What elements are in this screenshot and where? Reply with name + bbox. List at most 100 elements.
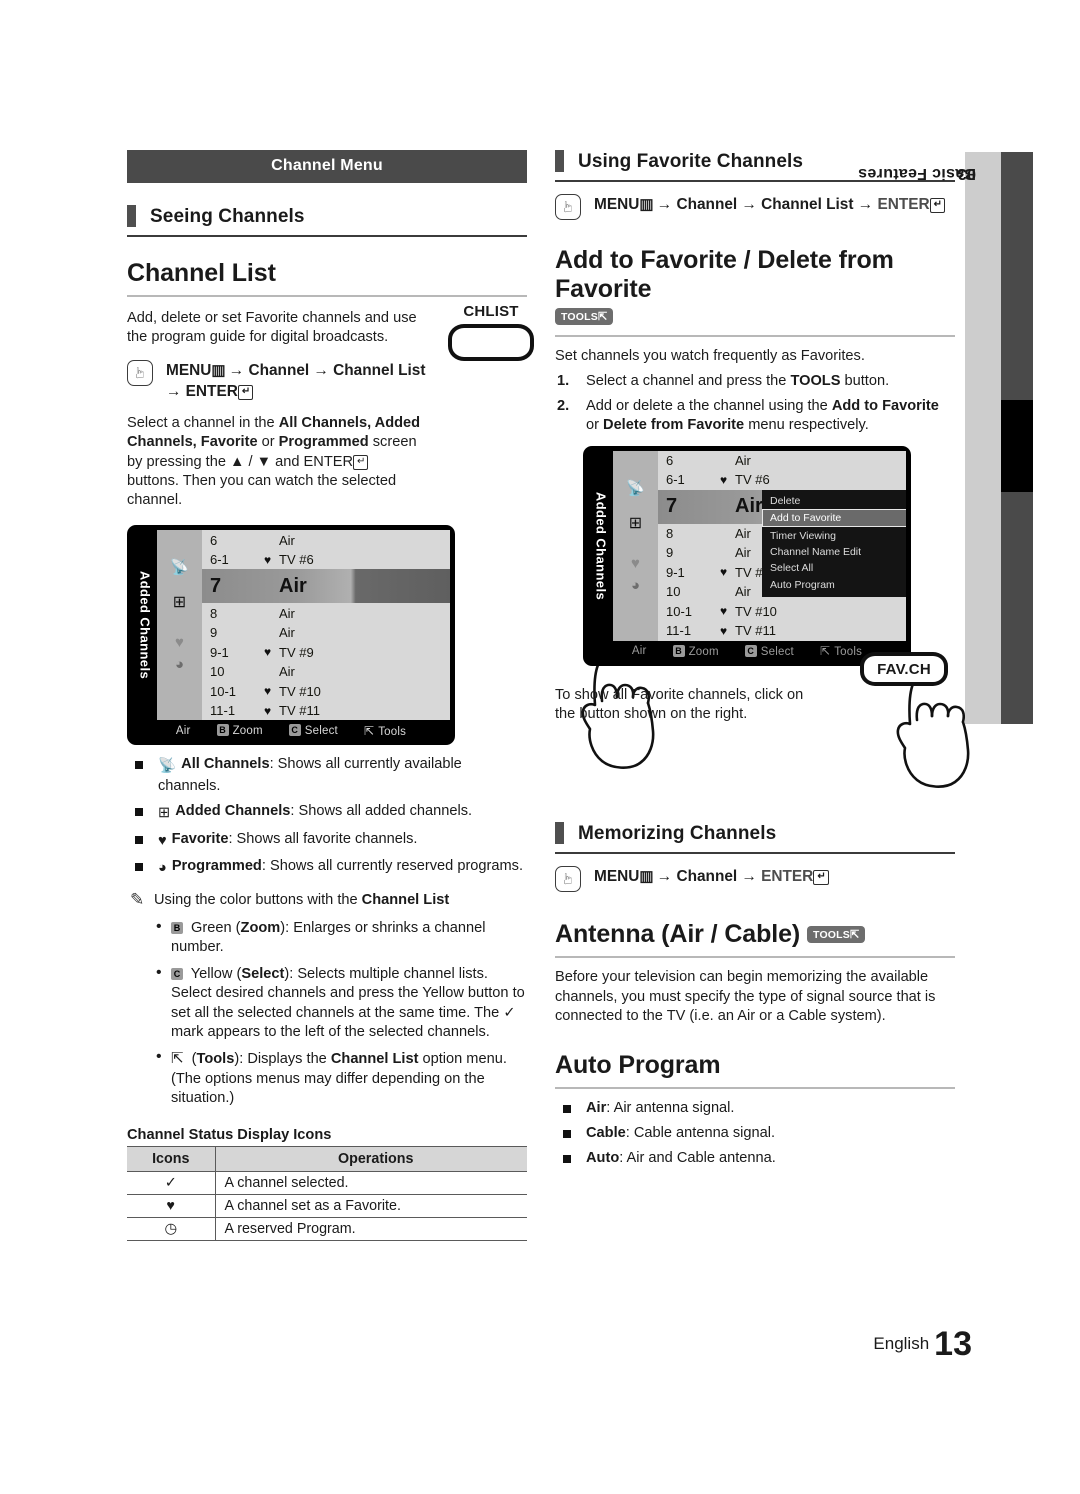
menu-path-channel-list: MENU▥ → Channel → Channel List → ENTER↵ xyxy=(127,359,447,402)
programmed-clock-icon[interactable]: ◕ xyxy=(175,656,184,673)
table-row[interactable]: 11-1 ♥ TV #11 xyxy=(202,701,450,721)
table-row[interactable]: 6-1 ♥ TV #6 xyxy=(658,470,906,490)
chlist-remote-button[interactable]: CHLIST xyxy=(437,303,545,361)
table-row: ✓ A channel selected. xyxy=(127,1171,527,1195)
para-part-4: buttons. Then you can watch the selected… xyxy=(127,473,397,509)
tv-channel-rows: 6 Air 6-1 ♥ TV #6 7 Air 8 Air 9 Air 9-1 ♥ TV #9 … xyxy=(658,450,906,641)
menu-item-add-to-favorite[interactable]: Add to Favorite xyxy=(762,509,906,528)
row-fav-icon: ♥ xyxy=(264,552,272,567)
option-desc: : Air antenna signal. xyxy=(606,1099,735,1116)
row-name: Air xyxy=(735,545,751,561)
favch-remote-button[interactable]: FAV.CH xyxy=(860,652,960,686)
added-channels-icon: ⊞ xyxy=(158,805,171,822)
row-number: 6-1 xyxy=(666,472,685,488)
table-row[interactable]: 6 Air xyxy=(658,451,906,471)
table-row[interactable]: 10-1 ♥ TV #10 xyxy=(658,602,906,622)
row-number: 10-1 xyxy=(210,683,237,699)
heading-text: Add to Favorite / Delete from Favorite xyxy=(555,246,894,303)
list-type-name: Programmed xyxy=(171,858,262,875)
tv-green-key[interactable]: B Zoom xyxy=(672,644,719,658)
option-name: Auto xyxy=(586,1150,620,1167)
table-row: ◷ A reserved Program. xyxy=(127,1217,527,1241)
tv-yellow-key[interactable]: C Select xyxy=(744,644,794,658)
tools-badge[interactable]: TOOLS⇱ xyxy=(807,926,866,944)
chlist-button-shape[interactable] xyxy=(448,324,534,361)
yellow-key-label: Select xyxy=(760,645,794,658)
path-channel: Channel xyxy=(676,868,738,886)
table-row[interactable]: 6-1 ♥ TV #6 xyxy=(202,550,450,570)
tools-context-menu[interactable]: Delete Add to Favorite Timer Viewing Cha… xyxy=(762,489,906,597)
tools-badge[interactable]: TOOLS⇱ xyxy=(555,308,614,325)
note-text: Using the color buttons with the xyxy=(154,892,362,909)
all-channels-icon[interactable]: 📡 xyxy=(626,479,645,497)
row-number: 8 xyxy=(666,525,674,541)
tools-glyph-icon: ⇱ xyxy=(363,723,375,738)
menu-item-delete[interactable]: Delete xyxy=(762,493,906,509)
tv-tools-key[interactable]: ⇱ Tools xyxy=(364,724,406,738)
tv-side-label-text: Added Channels xyxy=(593,491,608,600)
green-bold: Zoom xyxy=(240,919,281,936)
list-item: ◕ Programmed: Shows all currently reserve… xyxy=(127,857,527,878)
para-part-1: Select a channel in the xyxy=(127,414,279,431)
menu-item-select-all[interactable]: Select All xyxy=(762,560,906,576)
favch-button-shape[interactable]: FAV.CH xyxy=(860,652,948,686)
list-item: ⇱ (Tools): Displays the Channel List opt… xyxy=(127,1047,527,1108)
row-name: TV #10 xyxy=(279,683,321,699)
favorite-heart-icon[interactable]: ♥ xyxy=(175,634,184,651)
row-number: 7 xyxy=(666,495,678,518)
menu-item-auto-program[interactable]: Auto Program xyxy=(762,577,906,593)
all-channels-icon[interactable]: 📡 xyxy=(170,558,189,576)
path-channel: Channel xyxy=(248,361,310,379)
channel-list-intro: Add, delete or set Favorite channels and… xyxy=(127,310,417,346)
tv-side-label: Added Channels xyxy=(132,530,157,721)
tv-icon-column: 📡 ⊞ ♥ ◕ xyxy=(157,530,202,721)
table-row-selected[interactable]: 7 Air xyxy=(202,569,450,604)
tv-source-label: Air xyxy=(175,724,191,737)
programmed-clock-icon[interactable]: ◕ xyxy=(631,577,640,594)
step-text-1: Select a channel and press the xyxy=(586,373,791,390)
arrow-3-icon: → xyxy=(166,382,182,400)
row-fav-icon: ♥ xyxy=(720,472,728,487)
row-number: 9 xyxy=(210,625,218,641)
menu-path-memorizing: MENU▥ → Channel → ENTER↵ xyxy=(555,866,955,893)
menu-path-text: MENU▥ → Channel → Channel List → ENTER ↵ xyxy=(594,194,946,215)
menu-label: MENU xyxy=(166,361,212,379)
col-header-icons: Icons xyxy=(127,1145,216,1172)
hand-press-icon xyxy=(555,866,581,893)
favorite-steps: Select a channel and press the TOOLS but… xyxy=(555,372,955,435)
table-row[interactable]: 11-1 ♥ TV #11 xyxy=(658,621,906,641)
yellow-bold: Select xyxy=(241,965,285,982)
path-enter: ENTER xyxy=(185,382,238,400)
tv-green-key[interactable]: B Zoom xyxy=(216,724,263,737)
enter-key-icon: ↵ xyxy=(813,870,829,886)
row-name: Air xyxy=(279,532,295,548)
list-item: Auto: Air and Cable antenna. xyxy=(555,1149,955,1168)
table-row[interactable]: 6 Air xyxy=(202,530,450,550)
row-name: Air xyxy=(279,625,295,641)
tools-glyph-icon: ⇱ xyxy=(819,644,831,659)
favorite-heart-icon[interactable]: ♥ xyxy=(631,555,640,572)
side-tab-label: Basic Features xyxy=(857,164,976,182)
green-key-icon: B xyxy=(672,644,685,657)
list-type-desc: : Shows all added channels. xyxy=(290,803,473,820)
yellow-key-icon: C xyxy=(171,967,183,980)
tv-screen-inner: Added Channels 📡 ⊞ ♥ ◕ 6 Air 6-1 ♥ TV #6 7 A… xyxy=(132,530,450,721)
menu-item-channel-name-edit[interactable]: Channel Name Edit xyxy=(762,544,906,560)
table-row[interactable]: 9-1 ♥ TV #9 xyxy=(202,642,450,662)
added-channels-icon[interactable]: ⊞ xyxy=(173,592,186,612)
tv-tools-key[interactable]: ⇱ Tools xyxy=(820,644,862,658)
table-row[interactable]: 9 Air xyxy=(202,623,450,643)
table-row[interactable]: 8 Air xyxy=(202,603,450,623)
step-text-2: or xyxy=(586,417,604,434)
table-row[interactable]: 10 Air xyxy=(202,662,450,682)
channel-list-intro-block: Add, delete or set Favorite channels and… xyxy=(127,303,655,769)
row-number: 9 xyxy=(666,545,674,561)
tools-badge-label: TOOLS xyxy=(813,929,850,942)
table-row: ♥ A channel set as a Favorite. xyxy=(127,1194,527,1218)
list-item: Add or delete a the channel using the Ad… xyxy=(555,397,955,436)
menu-item-timer-viewing[interactable]: Timer Viewing xyxy=(762,527,906,543)
table-row[interactable]: 10-1 ♥ TV #10 xyxy=(202,681,450,701)
added-channels-icon[interactable]: ⊞ xyxy=(629,513,642,533)
heading-add-delete-favorite: Add to Favorite / Delete from Favorite xyxy=(555,246,955,304)
tv-yellow-key[interactable]: C Select xyxy=(288,724,338,737)
